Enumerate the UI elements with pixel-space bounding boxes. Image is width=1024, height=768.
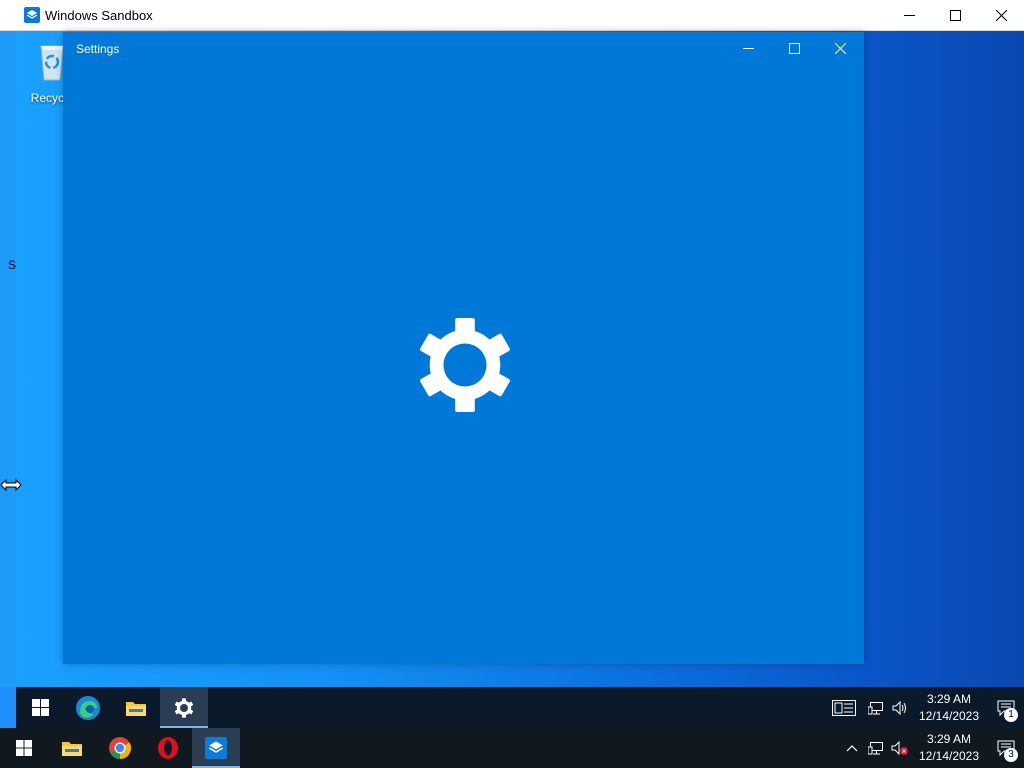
- network-icon: [868, 742, 883, 755]
- volume-button[interactable]: [888, 687, 912, 728]
- clock-date: 12/14/2023: [918, 708, 980, 723]
- sandbox-close-button[interactable]: [978, 0, 1024, 31]
- sandbox-clock[interactable]: 3:29 AM 12/14/2023: [918, 691, 980, 725]
- sandbox-window: Windows Sandbox Recycle S Settings 3:29 …: [0, 0, 1024, 728]
- volume-muted-icon: [891, 741, 908, 755]
- sandbox-titlebar[interactable]: Windows Sandbox: [0, 0, 1024, 31]
- gear-icon: [174, 697, 194, 718]
- settings-window: Settings: [63, 32, 864, 664]
- show-hidden-icons-button[interactable]: [840, 728, 864, 768]
- chrome-icon: [109, 737, 131, 759]
- host-network-button[interactable]: [864, 728, 888, 768]
- sandbox-icon: [205, 737, 227, 759]
- network-icon: [868, 701, 883, 714]
- notification-count-badge: 3: [1004, 748, 1018, 762]
- host-taskbar: 3:29 AM 12/14/2023 3: [0, 728, 1024, 768]
- clock-time: 3:29 AM: [926, 732, 972, 746]
- news-widget-button[interactable]: [824, 687, 864, 728]
- notification-count-badge: 1: [1004, 708, 1018, 722]
- gear-icon: [420, 317, 510, 413]
- windows-logo-icon: [16, 740, 32, 756]
- edge-icon: [76, 695, 100, 720]
- host-chrome-button[interactable]: [96, 728, 144, 768]
- sandbox-icon: [24, 7, 40, 23]
- desktop-partial-label: S: [8, 258, 17, 272]
- host-start-button[interactable]: [0, 728, 48, 768]
- close-icon: [995, 10, 1007, 21]
- settings-titlebar[interactable]: Settings: [64, 33, 863, 64]
- settings-maximize-button[interactable]: [771, 33, 817, 64]
- resize-cursor-icon: [0, 478, 22, 492]
- clock-date: 12/14/2023: [918, 749, 980, 763]
- opera-icon: [158, 737, 178, 759]
- sandbox-maximize-button[interactable]: [932, 0, 978, 31]
- taskbar-file-explorer-button[interactable]: [112, 687, 160, 728]
- host-volume-button[interactable]: [888, 728, 912, 768]
- chevron-up-icon: [846, 745, 858, 752]
- network-button[interactable]: [864, 687, 888, 728]
- settings-close-button[interactable]: [817, 33, 863, 64]
- news-icon: [832, 699, 856, 716]
- sandbox-taskbar: 3:29 AM 12/14/2023 1: [16, 687, 1024, 728]
- minimize-icon: [742, 48, 754, 49]
- action-center-button[interactable]: 1: [988, 687, 1024, 728]
- host-file-explorer-button[interactable]: [48, 728, 96, 768]
- clock-time: 3:29 AM: [926, 691, 972, 706]
- sandbox-title: Windows Sandbox: [45, 7, 153, 23]
- host-action-center-button[interactable]: 3: [988, 728, 1024, 768]
- maximize-icon: [949, 10, 961, 21]
- close-icon: [834, 43, 846, 54]
- host-clock[interactable]: 3:29 AM 12/14/2023: [918, 731, 980, 765]
- sandbox-left-edge: [0, 31, 16, 687]
- taskbar-edge-button[interactable]: [64, 687, 112, 728]
- host-sandbox-button[interactable]: [192, 728, 240, 768]
- sandbox-minimize-button[interactable]: [886, 0, 932, 31]
- sandbox-start-button[interactable]: [16, 687, 64, 728]
- windows-logo-icon: [31, 699, 49, 716]
- maximize-icon: [788, 43, 800, 54]
- folder-icon: [126, 701, 146, 716]
- minimize-icon: [903, 15, 915, 16]
- folder-icon: [62, 742, 82, 756]
- host-opera-button[interactable]: [144, 728, 192, 768]
- settings-minimize-button[interactable]: [725, 33, 771, 64]
- taskbar-settings-button[interactable]: [160, 687, 208, 728]
- volume-icon: [892, 700, 906, 715]
- settings-title: Settings: [76, 42, 120, 56]
